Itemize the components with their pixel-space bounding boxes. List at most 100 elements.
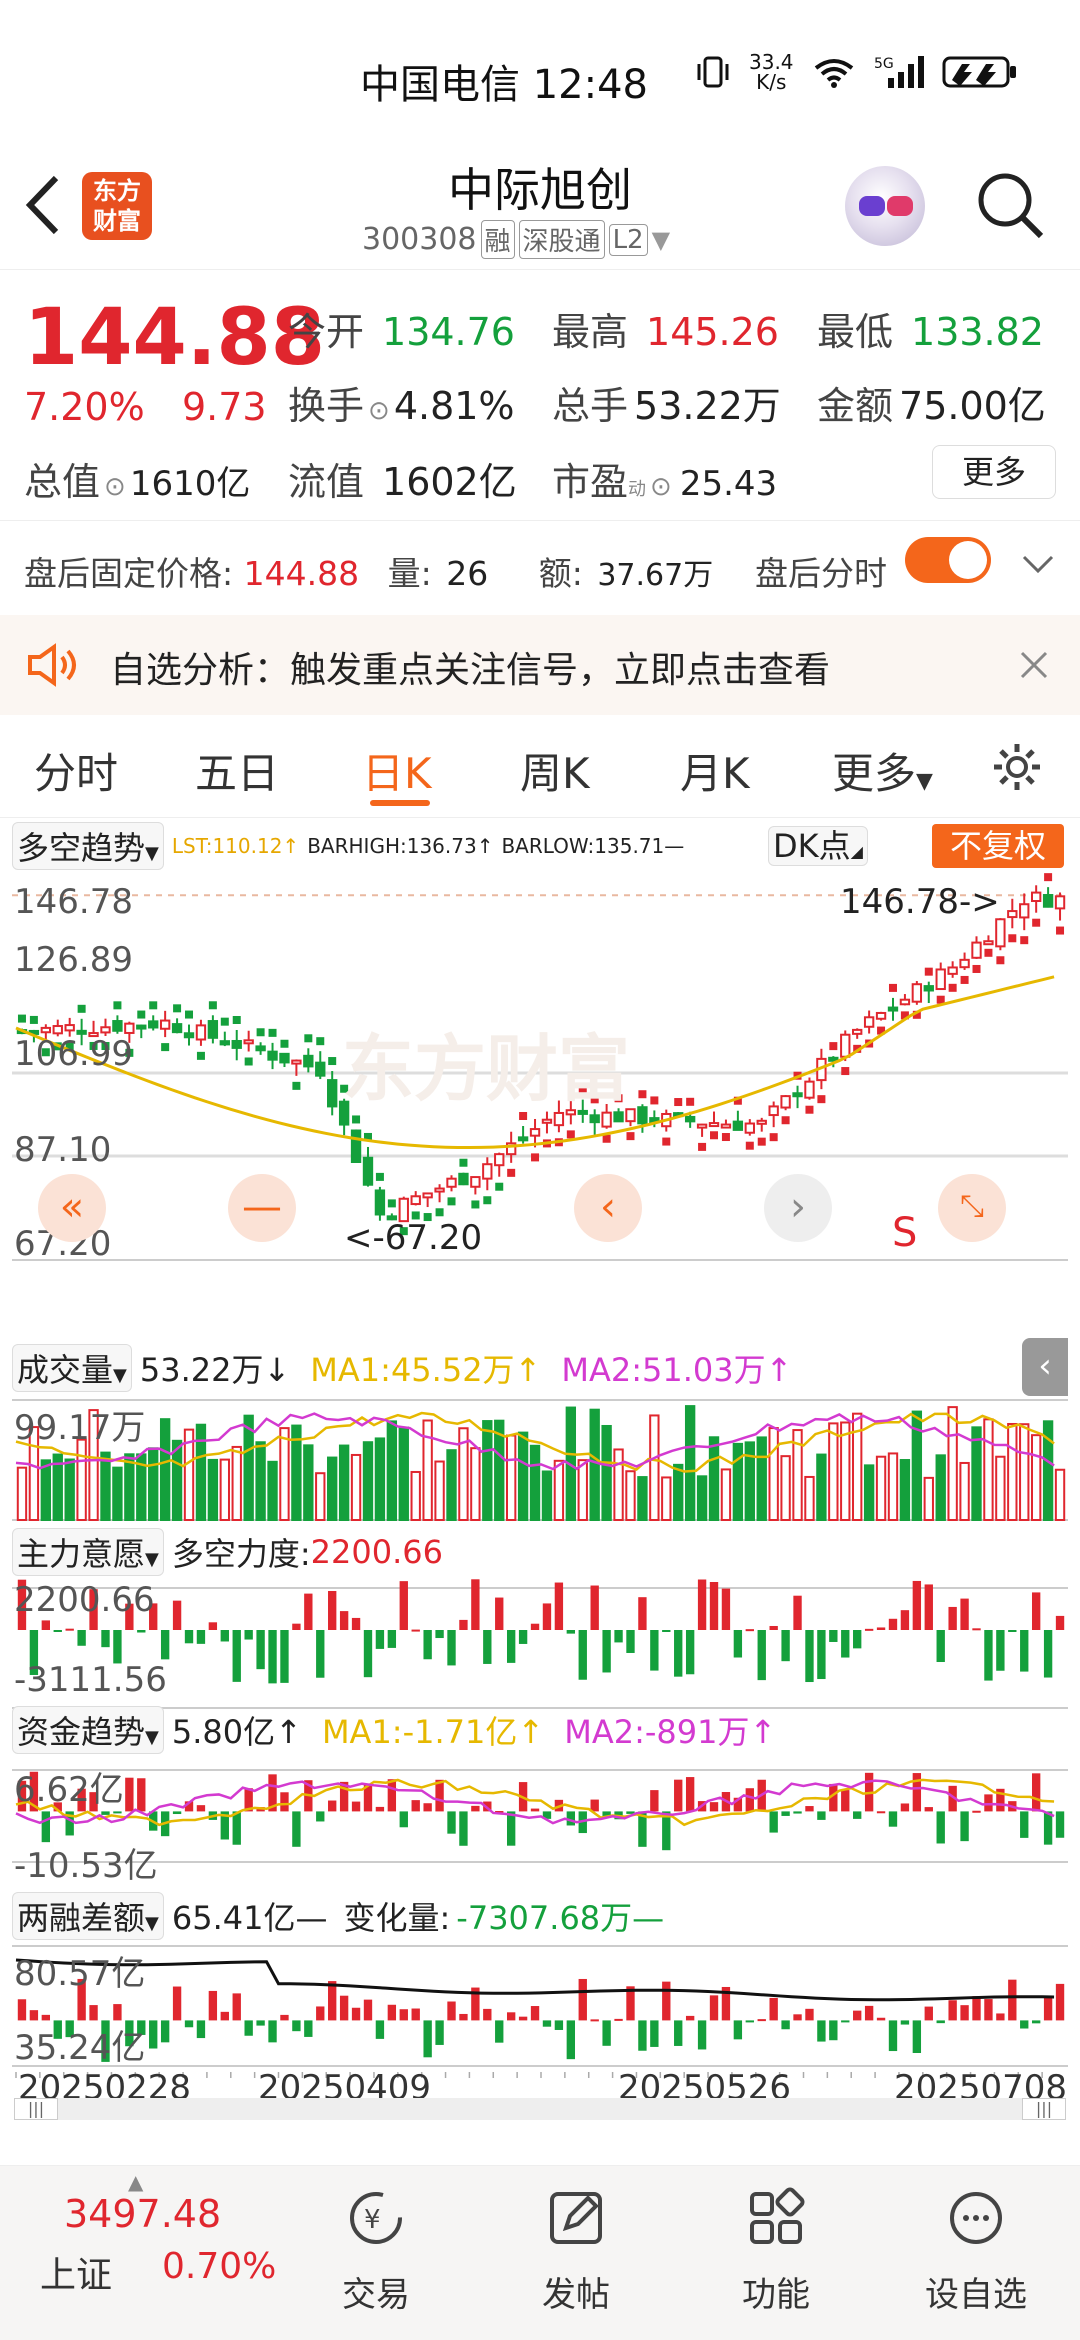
assistant-robot-icon[interactable] bbox=[845, 166, 925, 246]
info-icon[interactable]: ⊙ bbox=[368, 396, 390, 426]
margin-bar bbox=[256, 2020, 265, 2026]
alert-banner[interactable]: 自选分析：触发重点关注信号，立即点击查看 bbox=[0, 615, 1080, 715]
after-hours-toggle[interactable] bbox=[905, 537, 991, 583]
force-bar bbox=[721, 1588, 731, 1630]
search-icon[interactable] bbox=[975, 170, 1047, 242]
battery-icon bbox=[942, 56, 1016, 88]
force-select[interactable]: 主力意愿▼ bbox=[12, 1528, 164, 1576]
candle-body bbox=[1030, 891, 1042, 903]
tab-monthly-k[interactable]: 月K bbox=[680, 740, 750, 801]
force-bar bbox=[268, 1630, 277, 1684]
margin-bar bbox=[900, 2020, 910, 2025]
force-bar bbox=[829, 1630, 838, 1642]
force-bar bbox=[542, 1603, 552, 1630]
trend-marker bbox=[781, 1116, 790, 1125]
tab-five-day[interactable]: 五日 bbox=[195, 740, 279, 801]
force-label: 多空力度: bbox=[171, 1535, 311, 1573]
caret-down-icon: ▼ bbox=[145, 1549, 159, 1570]
fund-bar bbox=[196, 1805, 206, 1812]
volume-chart bbox=[12, 1399, 1068, 1522]
tag-connect: 深股通 bbox=[518, 220, 605, 259]
caret-down-icon: ▼ bbox=[916, 769, 933, 794]
step-right-button[interactable]: › bbox=[764, 1174, 832, 1242]
range-handle-right[interactable]: ||| bbox=[1022, 2098, 1066, 2120]
trend-marker bbox=[328, 1057, 337, 1066]
force-bar bbox=[948, 1606, 957, 1630]
force-bar bbox=[184, 1630, 194, 1644]
step-left-button[interactable]: ‹ bbox=[574, 1174, 642, 1242]
candle-body bbox=[517, 1136, 529, 1142]
chevron-down-icon[interactable] bbox=[1020, 549, 1056, 579]
fund-bar bbox=[471, 1805, 480, 1812]
tab-weekly-k[interactable]: 周K bbox=[520, 740, 590, 801]
info-icon[interactable]: ⊙ bbox=[104, 472, 126, 502]
force-bar bbox=[554, 1582, 564, 1630]
trend-marker bbox=[304, 1034, 313, 1043]
volume-bar bbox=[470, 1447, 481, 1521]
margin-bar bbox=[530, 2006, 540, 2021]
pe-value: 25.43 bbox=[679, 464, 778, 504]
trend-marker bbox=[984, 948, 993, 957]
info-icon[interactable]: ⊙ bbox=[650, 472, 672, 502]
post-button[interactable]: 发帖 bbox=[516, 2186, 636, 2316]
tab-daily-k[interactable]: 日K bbox=[362, 740, 432, 801]
candle-body bbox=[911, 983, 923, 1003]
kline-y-label-4: 87.10 bbox=[14, 1130, 112, 1170]
settings-gear-icon[interactable] bbox=[990, 740, 1044, 794]
more-button[interactable]: 更多 bbox=[932, 445, 1056, 499]
volume-bar bbox=[804, 1475, 815, 1521]
range-handle-left[interactable]: ||| bbox=[14, 2098, 58, 2120]
margin-bar bbox=[304, 2020, 313, 2037]
index-percent[interactable]: 0.70% bbox=[162, 2246, 276, 2287]
trade-button[interactable]: ¥ 交易 bbox=[316, 2186, 436, 2316]
chart-range-scrollbar[interactable]: ||| ||| bbox=[14, 2098, 1066, 2120]
margin-select[interactable]: 两融差额▼ bbox=[12, 1892, 164, 1940]
close-icon[interactable] bbox=[1018, 649, 1050, 681]
stock-code-row[interactable]: 300308 融 深股通 L2 ▼ bbox=[362, 220, 670, 259]
volume-select[interactable]: 成交量▼ bbox=[12, 1344, 132, 1392]
turnover-label: 换手 bbox=[288, 384, 365, 428]
volume-bar bbox=[601, 1424, 612, 1521]
margin-bar bbox=[542, 2020, 552, 2027]
side-panel-toggle-icon[interactable]: ‹ bbox=[1022, 1338, 1068, 1396]
zoom-out-button[interactable]: — bbox=[228, 1174, 296, 1242]
force-select-label: 主力意愿 bbox=[17, 1535, 146, 1573]
force-bar bbox=[709, 1581, 719, 1630]
fund-bar bbox=[399, 1811, 408, 1828]
back-icon[interactable] bbox=[22, 170, 62, 251]
fullscreen-icon[interactable]: ⤡ bbox=[938, 1174, 1006, 1242]
tab-more[interactable]: 更多▼ bbox=[832, 740, 933, 801]
speaker-icon bbox=[28, 643, 76, 687]
margin-bar bbox=[363, 1999, 373, 2021]
tab-intraday[interactable]: 分时 bbox=[34, 740, 118, 801]
fund-select[interactable]: 资金趋势▼ bbox=[12, 1706, 164, 1754]
caret-down-icon: ▼ bbox=[113, 1365, 127, 1386]
margin-bar bbox=[1008, 1979, 1017, 2021]
force-bar bbox=[745, 1629, 754, 1632]
force-bar bbox=[793, 1595, 802, 1630]
index-value[interactable]: 3497.48 bbox=[64, 2192, 221, 2236]
candle-body bbox=[112, 1020, 123, 1032]
scroll-fast-left-button[interactable]: « bbox=[38, 1174, 106, 1242]
force-bar bbox=[769, 1625, 778, 1630]
volume-bar bbox=[40, 1459, 52, 1522]
add-watchlist-button[interactable]: 设自选 bbox=[916, 2186, 1036, 2316]
force-bar bbox=[900, 1610, 910, 1630]
trend-marker bbox=[841, 1067, 850, 1076]
volume-ma2: MA2:51.03万↑ bbox=[561, 1351, 793, 1389]
functions-button[interactable]: 功能 bbox=[716, 2186, 836, 2316]
app-logo[interactable]: 东方财富 bbox=[82, 172, 152, 240]
force-bar bbox=[41, 1620, 51, 1630]
fund-y-bottom: -10.53亿 bbox=[14, 1846, 158, 1886]
volume-bar bbox=[207, 1458, 219, 1521]
high-stat: 最高 145.26 bbox=[552, 301, 779, 356]
fund-bar bbox=[685, 1777, 695, 1812]
margin-bar bbox=[578, 1978, 587, 2021]
volume-bar bbox=[696, 1475, 708, 1522]
fund-chart bbox=[12, 1769, 1068, 1863]
amount-label: 金额 bbox=[817, 384, 894, 428]
volume-bar bbox=[959, 1461, 970, 1522]
volume-bar bbox=[1030, 1434, 1042, 1522]
kline-y-label-1: 146.78 bbox=[14, 882, 133, 922]
index-name[interactable]: 上证 bbox=[40, 2246, 112, 2298]
